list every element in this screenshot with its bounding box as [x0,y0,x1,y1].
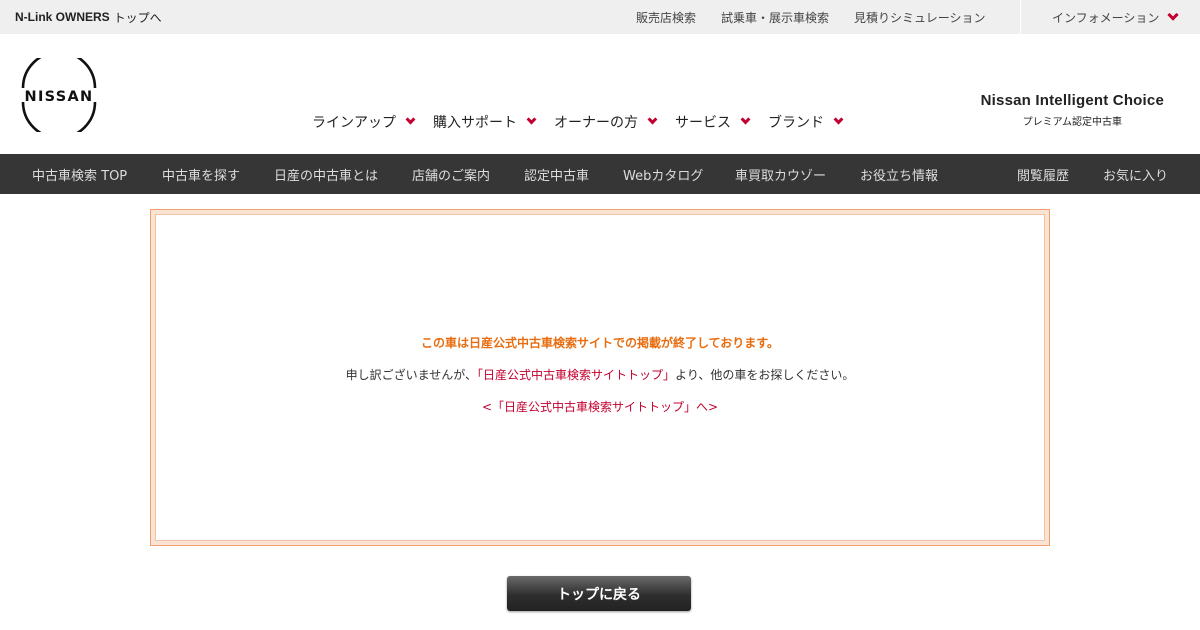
test-drive-search-link[interactable]: 試乗車・展示車検索 [721,9,829,26]
svg-text:NISSAN: NISSAN [25,89,94,105]
site-header: NISSAN ラインアップ 購入サポート オーナーの方 サービス ブランド Ni… [0,34,1200,154]
intelligent-choice-logo[interactable]: Nissan Intelligent Choice プレミアム認定中古車 [981,92,1164,128]
nav-service[interactable]: サービス [675,112,751,132]
utility-bar: N-Link OWNERS トップへ 販売店検索 試乗車・展示車検索 見積りシミ… [0,0,1200,34]
site-top-link[interactable]: <「日産公式中古車検索サイトトップ」へ> [482,398,718,415]
main-nav: ラインアップ 購入サポート オーナーの方 サービス ブランド [312,112,861,132]
nav-certified-used[interactable]: 認定中古車 [524,154,589,194]
chevron-down-icon [1167,8,1180,21]
nav-brand[interactable]: ブランド [768,112,844,132]
chevron-down-icon [647,114,658,125]
nav-favorites[interactable]: お気に入り [1103,154,1168,194]
chevron-down-icon [405,114,416,125]
back-to-top-button[interactable]: トップに戻る [507,576,691,611]
nic-subtitle: プレミアム認定中古車 [1022,117,1122,128]
nissan-logo-icon: NISSAN [21,50,97,140]
used-car-nav: 中古車検索 TOP 中古車を探す 日産の中古車とは 店舗のご案内 認定中古車 W… [0,154,1200,194]
nav-car-buyback[interactable]: 車買取カウゾー [735,154,826,194]
utility-links: 販売店検索 試乗車・展示車検索 見積りシミュレーション [636,0,1011,34]
notice-msg-before: 申し訳ございませんが、 [345,368,478,382]
nav-label: 購入サポート [433,115,517,131]
nav-browsing-history[interactable]: 閲覧履歴 [1017,154,1069,194]
chevron-down-icon [526,114,537,125]
notice-content: この車は日産公式中古車検索サイトでの掲載が終了しております。 申し訳ございません… [155,214,1045,541]
nav-store-guide[interactable]: 店舗のご案内 [412,154,490,194]
nav-label: ブランド [768,115,824,131]
nav-purchase-support[interactable]: 購入サポート [433,112,537,132]
owners-suffix: トップへ [113,10,162,25]
utility-divider [1020,0,1021,34]
nav-lineup[interactable]: ラインアップ [312,112,416,132]
listing-ended-notice: この車は日産公式中古車検索サイトでの掲載が終了しております。 申し訳ございません… [150,209,1050,546]
notice-message: 申し訳ございませんが、「日産公式中古車検索サイトトップ」より、他の車をお探しくだ… [346,366,855,383]
site-top-inline-link[interactable]: 「日産公式中古車検索サイトトップ」 [477,368,675,382]
estimate-simulation-link[interactable]: 見積りシミュレーション [854,9,986,26]
chevron-down-icon [740,114,751,125]
nav-used-car-top[interactable]: 中古車検索 TOP [32,154,127,194]
notice-msg-after: より、他の車をお探しください。 [675,368,855,382]
nav-owners[interactable]: オーナーの方 [554,112,658,132]
notice-title: この車は日産公式中古車検索サイトでの掲載が終了しております。 [420,336,780,350]
nav-find-used-car[interactable]: 中古車を探す [162,154,240,194]
chevron-down-icon [833,114,844,125]
information-label: インフォメーション [1052,10,1160,25]
nav-about-nissan-used[interactable]: 日産の中古車とは [274,154,378,194]
nav-label: ラインアップ [312,115,396,131]
nav-label: オーナーの方 [554,115,638,131]
nav-useful-info[interactable]: お役立ち情報 [860,154,938,194]
nav-web-catalog[interactable]: Webカタログ [623,154,703,194]
nav-label: サービス [675,115,731,131]
dealer-search-link[interactable]: 販売店検索 [636,9,696,26]
nic-title: Nissan Intelligent Choice [980,92,1164,109]
information-menu[interactable]: インフォメーション [1052,0,1180,34]
nissan-logo[interactable]: NISSAN [14,50,104,140]
owners-top-link[interactable]: N-Link OWNERS トップへ [15,0,162,34]
owners-brand: N-Link OWNERS [15,10,110,24]
